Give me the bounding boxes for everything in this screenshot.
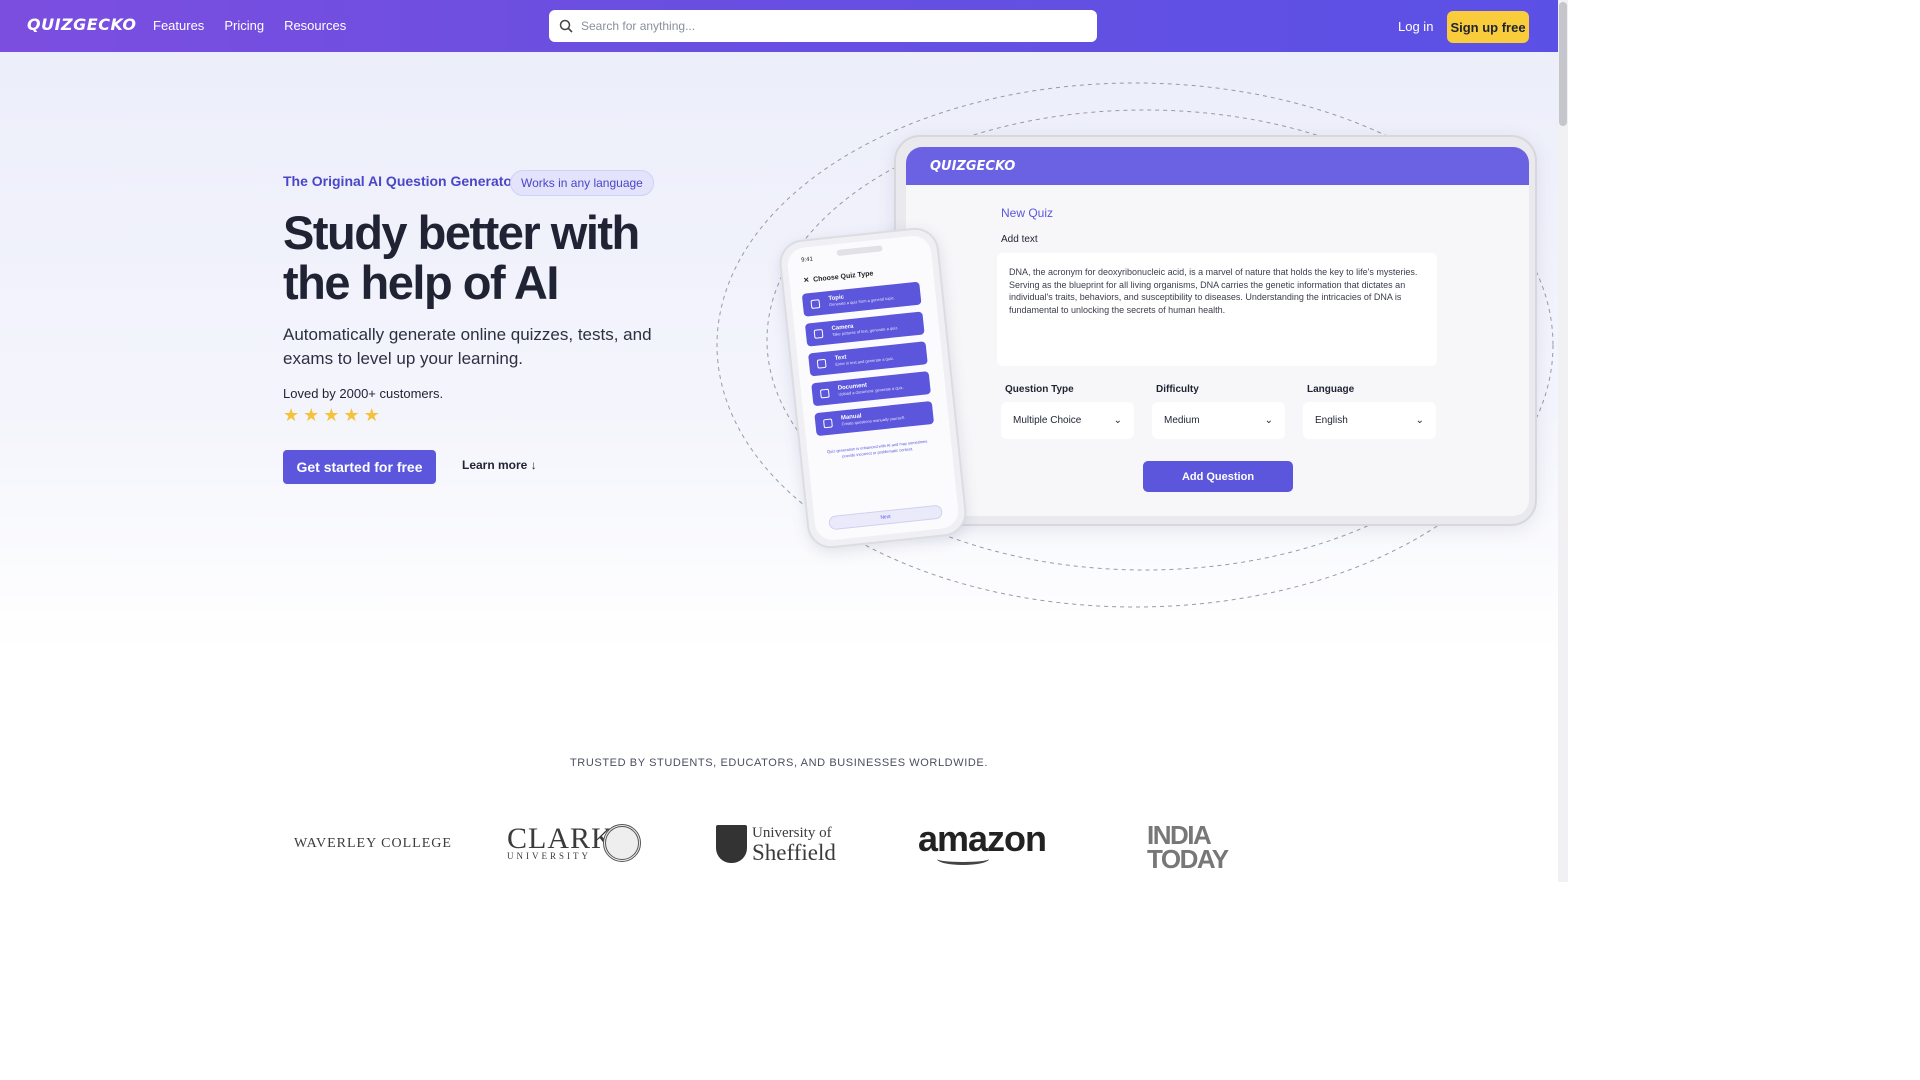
clark-university-logo: CLARK UNIVERSITY: [507, 822, 614, 862]
text-icon: [816, 358, 827, 369]
language-value: English: [1315, 415, 1348, 426]
scrollbar-thumb[interactable]: [1559, 2, 1567, 126]
customers-text: Loved by 2000+ customers.: [283, 386, 444, 401]
phone-screen: 9:41 ✕ Choose Quiz Type Topic Generate a …: [786, 234, 960, 542]
tablet-logo: QUIZGECKO: [930, 158, 1016, 174]
chevron-down-icon: ⌄: [1264, 415, 1273, 426]
document-icon: [819, 388, 830, 399]
hero-title: Study better with the help of AI: [283, 206, 640, 309]
question-type-select: Multiple Choice ⌄: [1001, 402, 1134, 439]
difficulty-select: Medium ⌄: [1152, 402, 1285, 439]
quiz-type-topic: Topic Generate a quiz from a general topi…: [801, 281, 922, 317]
india-today-logo: INDIA TODAY: [1147, 820, 1229, 874]
sheffield-shield-icon: [716, 825, 747, 863]
question-type-value: Multiple Choice: [1013, 415, 1082, 426]
phone-mockup: 9:41 ✕ Choose Quiz Type Topic Generate a …: [777, 225, 969, 551]
get-started-button[interactable]: Get started for free: [283, 450, 436, 484]
star-icon: [810, 299, 821, 310]
chevron-down-icon: ⌄: [1415, 415, 1424, 426]
language-label: Language: [1307, 384, 1355, 395]
amazon-smile-icon: [937, 853, 989, 865]
quiz-type-camera: Camera Take pictures of text, generate a …: [804, 311, 925, 347]
phone-notch: [836, 245, 883, 257]
difficulty-label: Difficulty: [1156, 384, 1199, 395]
star-icon: ★: [343, 405, 360, 425]
tablet-mockup: QUIZGECKO New Quiz Add text DNA, the acr…: [894, 135, 1537, 526]
tablet-header: QUIZGECKO: [906, 147, 1529, 185]
quiz-type-document: Document Upload a document, generate a qu…: [811, 371, 931, 407]
gear-icon: [823, 418, 833, 429]
phone-ai-note: Quiz generation is enhanced with AI and …: [826, 438, 928, 459]
camera-icon: [813, 328, 824, 339]
sheffield-logo: University of Sheffield: [752, 825, 836, 865]
clark-seal-icon: [603, 824, 641, 862]
star-icon: ★: [283, 405, 300, 425]
difficulty-value: Medium: [1164, 415, 1200, 426]
quiz-type-manual: Manual Create questions manually yourself…: [814, 400, 935, 437]
star-icon: ★: [363, 405, 380, 425]
tablet-screen: QUIZGECKO New Quiz Add text DNA, the acr…: [906, 147, 1529, 516]
chevron-down-icon: ⌄: [1113, 415, 1122, 426]
phone-next-button: Next: [828, 504, 944, 531]
trusted-heading: TRUSTED BY STUDENTS, EDUCATORS, AND BUSI…: [569, 757, 989, 769]
question-type-label: Question Type: [1005, 384, 1074, 395]
waverley-college-logo: WAVERLEY COLLEGE: [294, 836, 452, 851]
rating-stars: ★ ★ ★ ★ ★: [283, 405, 380, 426]
language-select: English ⌄: [1303, 402, 1436, 439]
phone-time: 9:41: [800, 256, 814, 264]
new-quiz-title: New Quiz: [1001, 206, 1054, 220]
learn-more-link[interactable]: Learn more ↓: [462, 458, 537, 472]
star-icon: ★: [303, 405, 320, 425]
hero-subtitle: Automatically generate online quizzes, t…: [283, 325, 652, 368]
hero-eyebrow: The Original AI Question Generator: [283, 173, 518, 189]
star-icon: ★: [323, 405, 340, 425]
quiz-text-area: DNA, the acronym for deoxyribonucleic ac…: [997, 253, 1437, 366]
add-text-label: Add text: [1001, 234, 1038, 245]
phone-heading: ✕ Choose Quiz Type: [803, 270, 874, 285]
page-scrollbar[interactable]: [1558, 0, 1568, 882]
quiz-type-text: Text Enter in text and generate a quiz.: [808, 341, 928, 377]
phone-frame: 9:41 ✕ Choose Quiz Type Topic Generate a …: [777, 225, 969, 551]
add-question-button: Add Question: [1143, 461, 1293, 492]
language-badge: Works in any language: [510, 170, 654, 196]
